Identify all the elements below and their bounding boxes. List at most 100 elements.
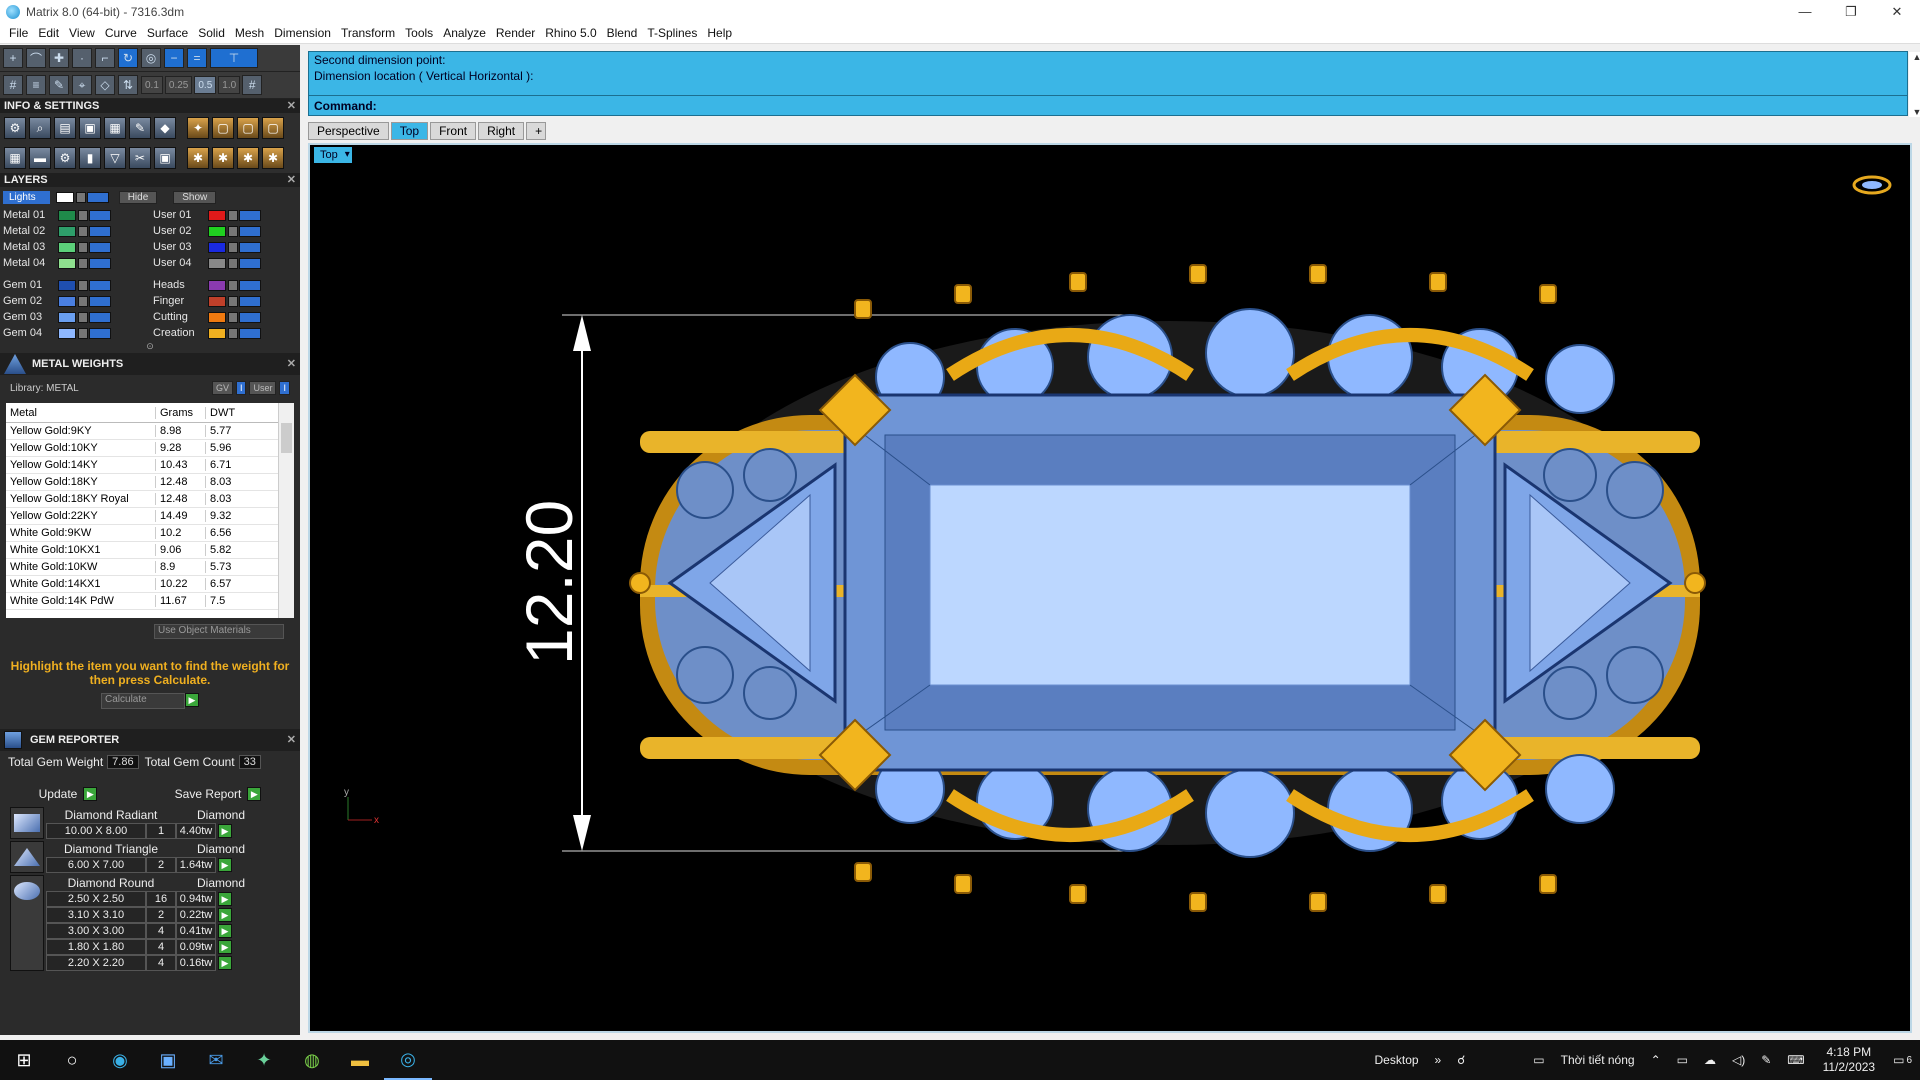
node-icon[interactable]: ✱ bbox=[187, 147, 209, 169]
lock-icon[interactable] bbox=[228, 295, 238, 307]
dot-tool-icon[interactable]: · bbox=[72, 48, 92, 68]
lock-icon[interactable] bbox=[228, 279, 238, 291]
store-icon[interactable]: ▣ bbox=[144, 1040, 192, 1080]
select-gem-button[interactable]: ▶ bbox=[218, 956, 232, 970]
save-report-button[interactable]: ▶ bbox=[247, 787, 262, 801]
grid-view-icon[interactable]: ▦ bbox=[4, 147, 26, 169]
menu-solid[interactable]: Solid bbox=[193, 26, 230, 40]
scroll-up-icon[interactable]: ▲ bbox=[1913, 52, 1920, 62]
layer-color-swatch[interactable] bbox=[208, 225, 226, 237]
layer-color-swatch[interactable] bbox=[208, 279, 226, 291]
lock-icon[interactable] bbox=[228, 225, 238, 237]
arc-tool-icon[interactable]: ⌒ bbox=[26, 48, 46, 68]
lock-icon[interactable] bbox=[228, 257, 238, 269]
layer-color-swatch[interactable] bbox=[208, 257, 226, 269]
matrix-app-icon[interactable]: ◎ bbox=[384, 1040, 432, 1080]
update-button[interactable]: ▶ bbox=[83, 787, 98, 801]
pick-icon[interactable]: ⌖ bbox=[72, 75, 92, 95]
render-icon[interactable]: ✦ bbox=[187, 117, 209, 139]
frame-icon[interactable]: ▢ bbox=[212, 117, 234, 139]
visibility-toggle[interactable] bbox=[86, 191, 109, 203]
table-row[interactable]: Yellow Gold:14KY 10.43 6.71 bbox=[6, 457, 294, 474]
double-line-tool-icon[interactable]: = bbox=[187, 48, 207, 68]
onedrive-icon[interactable]: ☁ bbox=[1704, 1053, 1716, 1067]
pen-icon[interactable]: ✎ bbox=[49, 75, 69, 95]
visibility-toggle[interactable] bbox=[89, 257, 111, 269]
menu-render[interactable]: Render bbox=[491, 26, 540, 40]
snap-grid-icon[interactable]: # bbox=[242, 75, 263, 95]
gv-toggle[interactable]: I bbox=[235, 381, 247, 395]
column-metal[interactable]: Metal bbox=[6, 406, 156, 419]
maximize-button[interactable]: ❐ bbox=[1828, 0, 1874, 23]
snap-0.5[interactable]: 0.5 bbox=[194, 76, 217, 94]
weather-text[interactable]: Thời tiết nóng bbox=[1561, 1053, 1635, 1067]
keyboard-icon[interactable]: ⌨ bbox=[1787, 1053, 1804, 1067]
snap-0.1[interactable]: 0.1 bbox=[141, 76, 163, 94]
lock-icon[interactable] bbox=[78, 241, 88, 253]
layer-row[interactable]: Creation bbox=[153, 325, 303, 341]
layer-row[interactable]: User 04 bbox=[153, 255, 303, 271]
table-scrollbar[interactable] bbox=[278, 403, 294, 618]
lock-icon[interactable] bbox=[228, 327, 238, 339]
menu-help[interactable]: Help bbox=[702, 26, 737, 40]
frame2-icon[interactable]: ▢ bbox=[237, 117, 259, 139]
select-gem-button[interactable]: ▶ bbox=[218, 824, 232, 838]
layer-row[interactable]: Metal 04 bbox=[3, 255, 153, 271]
lock-icon[interactable] bbox=[228, 241, 238, 253]
add-tab-icon[interactable]: + bbox=[526, 122, 547, 140]
select-gem-button[interactable]: ▶ bbox=[218, 858, 232, 872]
layer-row[interactable]: User 01 bbox=[153, 207, 303, 223]
layer-color-swatch[interactable] bbox=[208, 327, 226, 339]
column-grams[interactable]: Grams bbox=[156, 406, 206, 419]
visibility-toggle[interactable] bbox=[239, 311, 261, 323]
cross-tool-icon[interactable]: ✚ bbox=[49, 48, 69, 68]
layer-color-swatch[interactable] bbox=[58, 327, 76, 339]
tab-perspective[interactable]: Perspective bbox=[308, 122, 389, 140]
layer-color-swatch[interactable] bbox=[58, 257, 76, 269]
layer-row[interactable]: Gem 03 bbox=[3, 309, 153, 325]
point-tool-icon[interactable]: + bbox=[3, 48, 23, 68]
layer-color-swatch[interactable] bbox=[208, 241, 226, 253]
layer-row[interactable]: Finger bbox=[153, 293, 303, 309]
menu-curve[interactable]: Curve bbox=[100, 26, 142, 40]
layer-row[interactable]: Gem 02 bbox=[3, 293, 153, 309]
show-button[interactable]: Show bbox=[173, 190, 217, 204]
table-row[interactable]: Yellow Gold:10KY 9.28 5.96 bbox=[6, 440, 294, 457]
desktop-toolbar[interactable]: Desktop bbox=[1375, 1053, 1419, 1067]
menu-blend[interactable]: Blend bbox=[602, 26, 643, 40]
lock-icon[interactable] bbox=[78, 225, 88, 237]
table-row[interactable]: White Gold:10KX1 9.06 5.82 bbox=[6, 542, 294, 559]
mail-icon[interactable]: ✉ bbox=[192, 1040, 240, 1080]
ortho-tool-icon[interactable]: ⊤ bbox=[210, 48, 258, 68]
select-gem-button[interactable]: ▶ bbox=[218, 924, 232, 938]
user-button[interactable]: User bbox=[249, 381, 277, 395]
lock-icon[interactable] bbox=[78, 311, 88, 323]
column-dwt[interactable]: DWT bbox=[206, 407, 272, 419]
line-tool-icon[interactable]: − bbox=[164, 48, 184, 68]
box-icon[interactable]: ▣ bbox=[79, 117, 101, 139]
app-icon[interactable]: ✦ bbox=[240, 1040, 288, 1080]
layer-row[interactable]: User 03 bbox=[153, 239, 303, 255]
tab-top[interactable]: Top bbox=[390, 122, 429, 140]
menu-edit[interactable]: Edit bbox=[33, 26, 64, 40]
layer-row[interactable]: Gem 01 bbox=[3, 277, 153, 293]
minimize-button[interactable]: — bbox=[1782, 0, 1828, 23]
settings-icon[interactable]: ⚙ bbox=[4, 117, 26, 139]
layer-icon[interactable]: ≡ bbox=[26, 75, 46, 95]
layer-row[interactable]: Metal 02 bbox=[3, 223, 153, 239]
gem-row[interactable]: 6.00 X 7.00 2 1.64tw ▶ bbox=[46, 857, 266, 873]
viewport-top[interactable]: Top 12.20 bbox=[308, 143, 1912, 1033]
menu-surface[interactable]: Surface bbox=[142, 26, 193, 40]
calculate-field[interactable]: Calculate bbox=[101, 693, 185, 709]
menu-rhino[interactable]: Rhino 5.0 bbox=[540, 26, 601, 40]
cube-icon[interactable]: ◆ bbox=[154, 117, 176, 139]
scrollbar-thumb[interactable] bbox=[281, 423, 292, 453]
visibility-toggle[interactable] bbox=[239, 225, 261, 237]
hide-button[interactable]: Hide bbox=[118, 190, 158, 204]
scroll-down-icon[interactable]: ▼ bbox=[1913, 107, 1920, 117]
visibility-toggle[interactable] bbox=[89, 209, 111, 221]
layer-color-swatch[interactable] bbox=[208, 209, 226, 221]
visibility-toggle[interactable] bbox=[89, 327, 111, 339]
lock-icon[interactable] bbox=[78, 327, 88, 339]
visibility-toggle[interactable] bbox=[239, 295, 261, 307]
